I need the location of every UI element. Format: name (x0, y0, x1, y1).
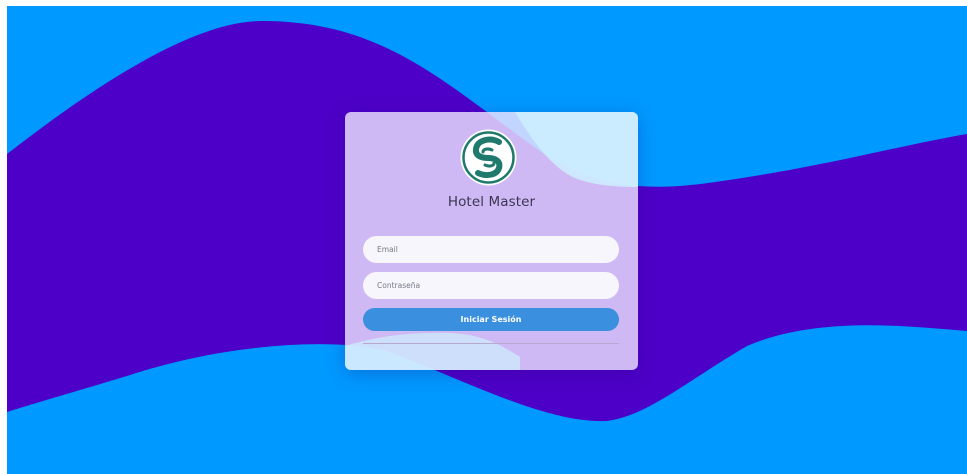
card-divider (363, 343, 619, 344)
password-field[interactable] (363, 272, 619, 299)
email-field[interactable] (363, 236, 619, 263)
login-card: Hotel Master Iniciar Sesión (345, 112, 638, 370)
swirl-logo-icon (460, 129, 517, 186)
app-title: Hotel Master (447, 194, 536, 210)
login-button[interactable]: Iniciar Sesión (363, 308, 619, 331)
login-page: Hotel Master Iniciar Sesión (7, 6, 967, 474)
